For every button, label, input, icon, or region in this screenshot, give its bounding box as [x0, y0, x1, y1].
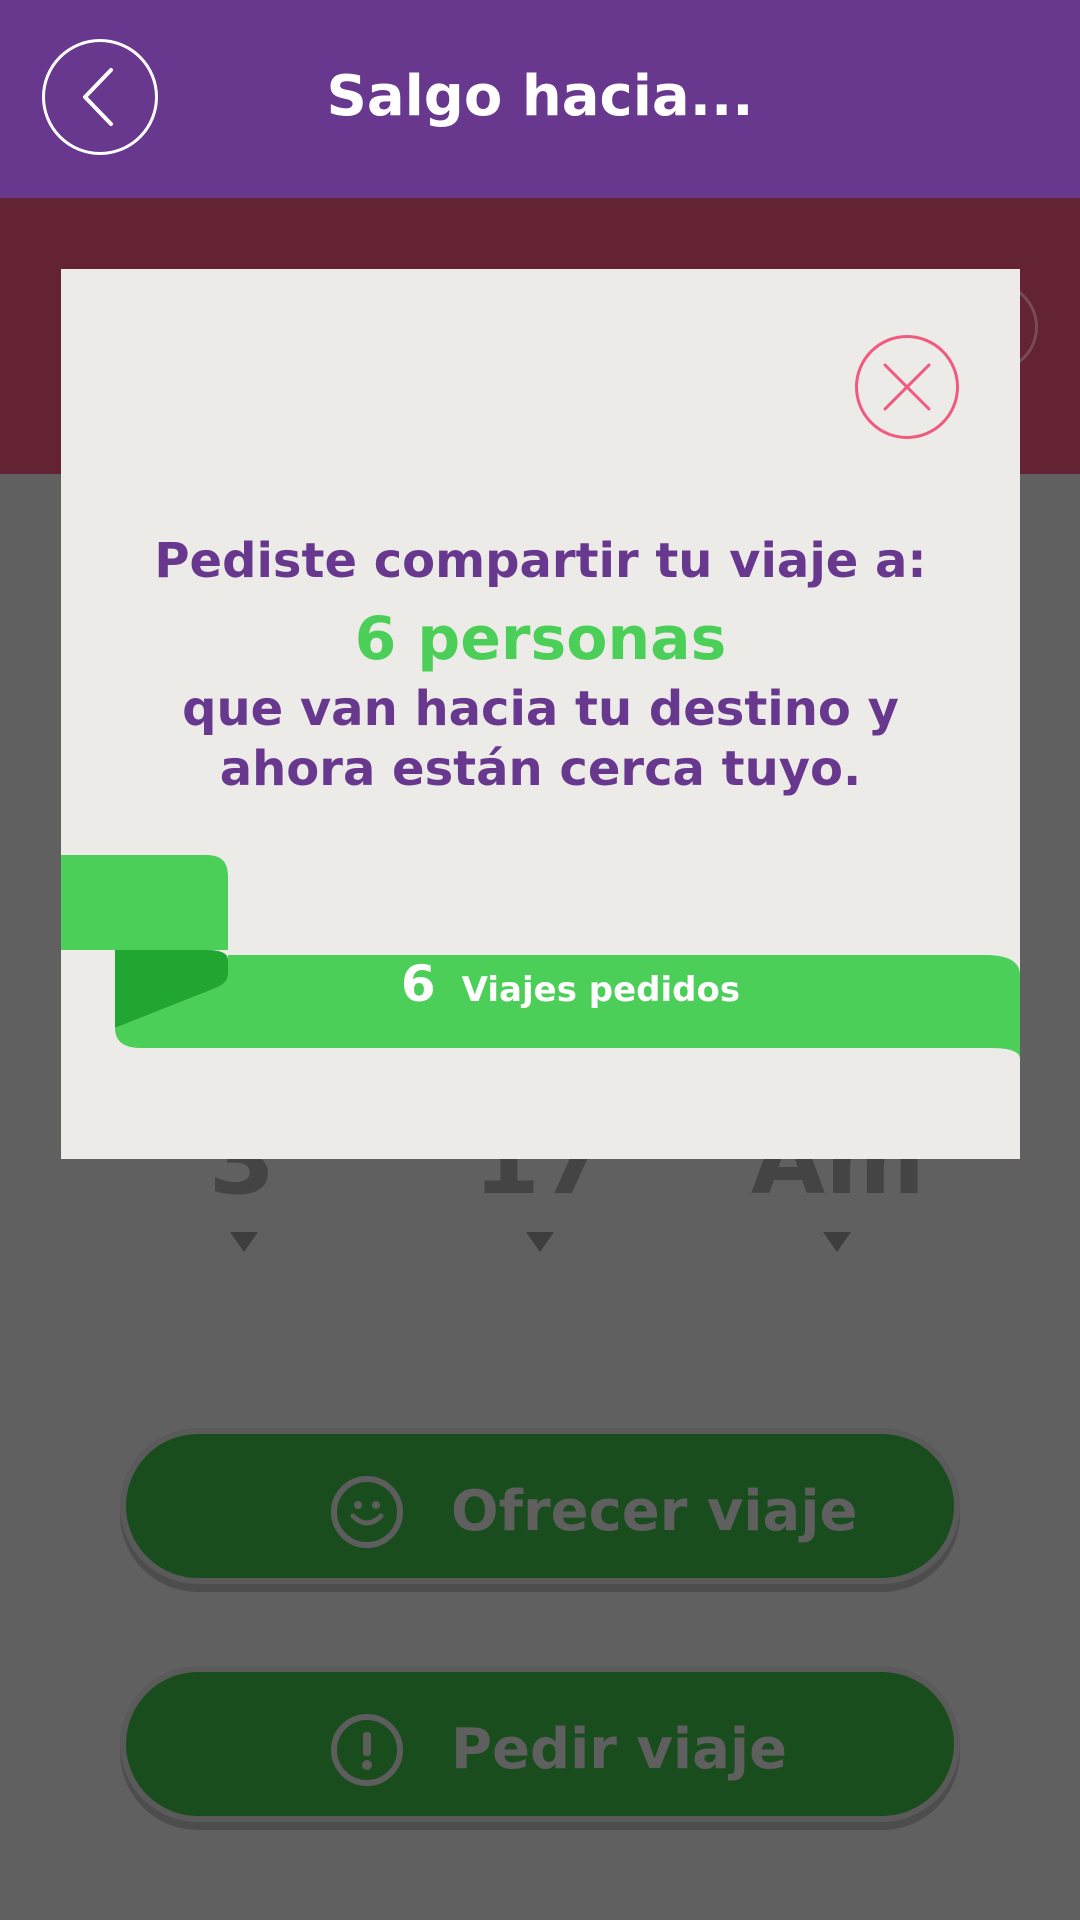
back-button[interactable]	[42, 39, 158, 155]
top-bar: Salgo hacia...	[0, 0, 1080, 198]
hour-dropdown-arrow-icon[interactable]	[230, 1232, 258, 1252]
smiley-icon	[331, 1476, 403, 1548]
offer-ride-button[interactable]: Ofrecer viaje	[120, 1428, 960, 1584]
close-button[interactable]	[855, 335, 959, 439]
minute-dropdown-arrow-icon[interactable]	[526, 1232, 554, 1252]
page-title: Salgo hacia...	[326, 64, 754, 129]
shared-ride-modal: Pediste compartir tu viaje a: 6 personas…	[61, 269, 1020, 1159]
requested-rides-count: 6	[400, 955, 436, 1013]
exclamation-icon	[331, 1714, 403, 1786]
modal-message-line1: Pediste compartir tu viaje a:	[154, 533, 927, 589]
period-dropdown-arrow-icon[interactable]	[823, 1232, 851, 1252]
ribbon-content: 6 Viajes pedidos	[61, 949, 1020, 1019]
people-count: 6 personas	[354, 604, 727, 674]
request-ride-button[interactable]: Pedir viaje	[120, 1666, 960, 1822]
modal-message-line3: ahora están cerca tuyo.	[219, 741, 862, 797]
request-ride-label: Pedir viaje	[451, 1717, 788, 1782]
chevron-left-icon	[83, 68, 113, 126]
requested-rides-label: Viajes pedidos	[461, 970, 741, 1010]
close-icon	[883, 363, 931, 411]
offer-ride-label: Ofrecer viaje	[451, 1479, 858, 1544]
modal-message-line2: que van hacia tu destino y	[182, 681, 899, 737]
